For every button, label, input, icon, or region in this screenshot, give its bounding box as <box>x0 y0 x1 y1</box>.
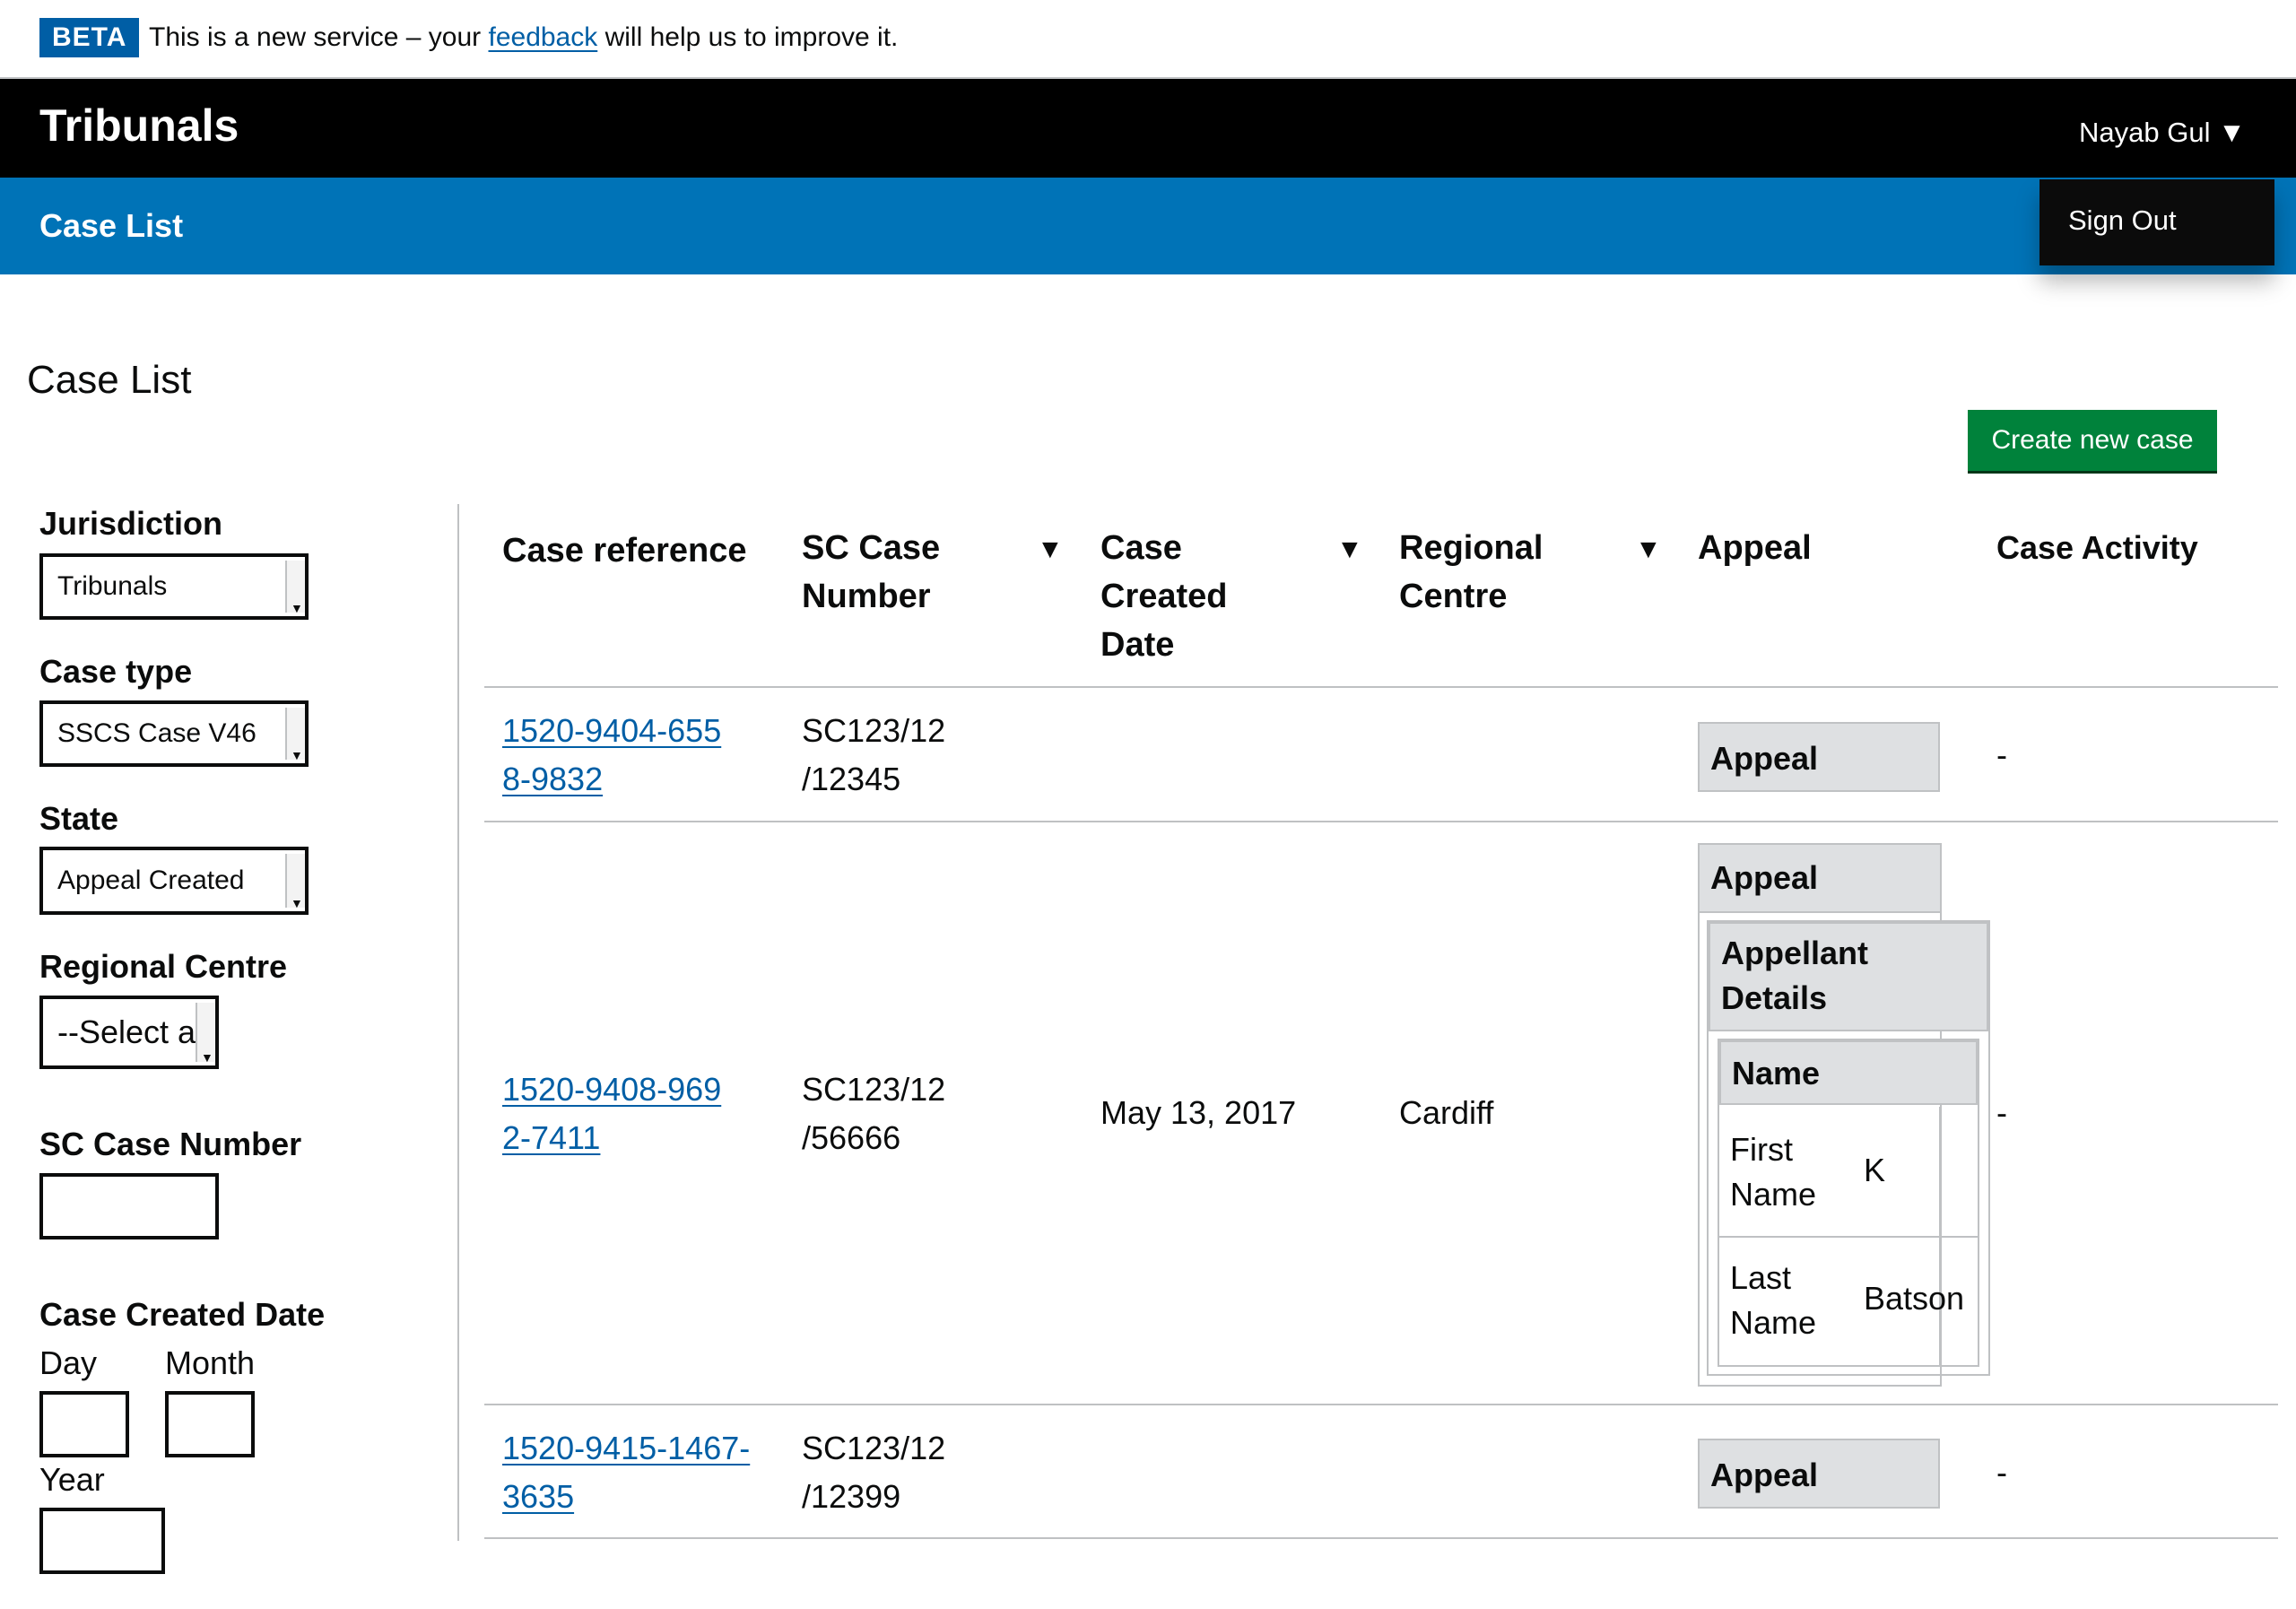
heading-line: Appellant <box>1721 935 1869 971</box>
appeal-heading: Appeal <box>1710 740 1819 777</box>
header-line: Created <box>1100 578 1228 615</box>
cell-line: SC123/12 <box>802 1430 946 1466</box>
year-input[interactable] <box>39 1508 165 1574</box>
column-header-appeal: Appeal <box>1698 529 1812 567</box>
last-name-value: Batson <box>1864 1280 1965 1317</box>
table-row: 1520-9408-969 2-7411 <box>502 1065 721 1162</box>
row-divider <box>484 821 2278 822</box>
state-select[interactable]: Appeal Created ▼ <box>39 847 309 915</box>
jurisdiction-select-value: Tribunals <box>57 571 168 601</box>
jurisdiction-label: Jurisdiction <box>39 505 223 542</box>
create-new-case-button[interactable]: Create new case <box>1968 410 2217 471</box>
case-reference-link[interactable]: 1520-9408-969 2-7411 <box>502 1065 721 1162</box>
appeal-heading: Appeal <box>1710 1457 1819 1493</box>
row-divider <box>484 1537 2278 1539</box>
appeal-box: Appeal <box>1698 722 1940 792</box>
sort-icon[interactable]: ▼ <box>1037 526 1064 574</box>
nav-item-case-list[interactable]: Case List <box>39 204 183 248</box>
user-menu-toggle[interactable]: Nayab Gul ▼ <box>2079 113 2246 152</box>
case-activity-cell: - <box>1996 1454 2007 1491</box>
cell-line: /12399 <box>802 1478 901 1515</box>
column-header-regional-centre[interactable]: Regional Centre <box>1399 524 1543 621</box>
column-header-sc-case-number[interactable]: SC Case Number <box>802 524 940 621</box>
sort-icon[interactable]: ▼ <box>1336 526 1363 574</box>
header-line: SC Case <box>802 529 941 567</box>
cell-line: /56666 <box>802 1119 901 1156</box>
case-created-date-cell: May 13, 2017 <box>1100 1094 1297 1131</box>
state-label: State <box>39 800 119 837</box>
first-name-label: First Name <box>1730 1127 1816 1217</box>
sort-icon[interactable]: ▼ <box>1635 526 1662 574</box>
state-select-value: Appeal Created <box>57 865 245 895</box>
cell-divider <box>1939 1107 1941 1236</box>
chevron-down-icon: ▼ <box>285 854 305 910</box>
month-label: Month <box>165 1344 256 1381</box>
appeal-box-heading: Appeal <box>1698 843 1942 913</box>
case-type-label: Case type <box>39 653 193 690</box>
day-input[interactable] <box>39 1391 129 1457</box>
table-header-divider <box>484 686 2278 688</box>
case-type-select-value: SSCS Case V46 <box>57 718 257 748</box>
beta-text-after: will help us to improve it. <box>597 22 899 52</box>
year-label: Year <box>39 1461 105 1498</box>
beta-banner-text: This is a new service – your feedback wi… <box>149 18 898 57</box>
first-name-value: K <box>1864 1152 1886 1188</box>
appeal-heading: Appeal <box>1710 859 1819 896</box>
name-heading: Name <box>1719 1040 1978 1105</box>
header-line: Case <box>1100 529 1182 567</box>
beta-text-before: This is a new service – your <box>149 22 489 52</box>
case-activity-cell: - <box>1996 736 2007 773</box>
filter-divider <box>457 504 459 1541</box>
sign-out-menu-item[interactable]: Sign Out <box>2068 201 2177 240</box>
label-line: First <box>1730 1131 1793 1168</box>
app-title[interactable]: Tribunals <box>39 97 239 154</box>
table-row: 1520-9404-655 8-9832 <box>502 707 721 804</box>
cell-line: SC123/12 <box>802 712 946 749</box>
label-line: Name <box>1730 1304 1817 1341</box>
chevron-down-icon: ▼ <box>285 708 305 762</box>
sc-case-number-label: SC Case Number <box>39 1126 302 1162</box>
regional-centre-select[interactable]: --Select a value-- ▼ <box>39 996 219 1069</box>
column-header-case-reference[interactable]: Case reference <box>502 526 747 575</box>
month-input[interactable] <box>165 1391 255 1457</box>
label-line: Last <box>1730 1259 1792 1296</box>
feedback-link[interactable]: feedback <box>488 22 597 52</box>
chevron-down-icon: ▼ <box>285 561 305 615</box>
sc-case-number-cell: SC123/12 /12345 <box>802 707 945 804</box>
page-title: Case List <box>27 358 192 402</box>
heading-line: Details <box>1721 979 1828 1016</box>
appellant-details-heading: Appellant Details <box>1709 922 1988 1031</box>
regional-centre-cell: Cardiff <box>1399 1094 1494 1131</box>
column-header-case-activity: Case Activity <box>1996 529 2198 566</box>
appeal-box: Appeal <box>1698 1439 1940 1509</box>
chevron-down-icon: ▼ <box>196 1003 215 1065</box>
jurisdiction-select[interactable]: Tribunals ▼ <box>39 553 309 620</box>
label-line: Name <box>1730 1176 1817 1213</box>
case-reference-link[interactable]: 1520-9415-1467- 3635 <box>502 1424 750 1521</box>
beta-tag: BETA <box>39 18 140 57</box>
case-reference-link[interactable]: 1520-9404-655 8-9832 <box>502 707 721 804</box>
case-created-date-label: Case Created Date <box>39 1296 326 1333</box>
regional-centre-select-value: --Select a value-- <box>57 1013 215 1050</box>
header-line: Regional <box>1399 529 1544 567</box>
header-line: Date <box>1100 626 1175 664</box>
sc-case-number-cell: SC123/12 /56666 <box>802 1065 945 1162</box>
day-label: Day <box>39 1344 98 1381</box>
regional-centre-label: Regional Centre <box>39 948 288 985</box>
primary-nav <box>0 178 2296 274</box>
global-header <box>0 79 2296 178</box>
last-name-label: Last Name <box>1730 1256 1816 1345</box>
sc-case-number-input[interactable] <box>39 1173 219 1239</box>
name-heading-text: Name <box>1732 1055 1821 1092</box>
case-type-select[interactable]: SSCS Case V46 ▼ <box>39 700 309 767</box>
table-row: 1520-9415-1467- 3635 <box>502 1424 750 1521</box>
cell-line: /12345 <box>802 761 901 797</box>
header-line: Number <box>802 578 931 615</box>
row-divider <box>484 1404 2278 1405</box>
cell-line: SC123/12 <box>802 1071 946 1108</box>
sc-case-number-cell: SC123/12 /12399 <box>802 1424 945 1521</box>
case-activity-cell: - <box>1996 1094 2007 1131</box>
header-line: Centre <box>1399 578 1508 615</box>
column-header-case-created-date[interactable]: Case Created Date <box>1100 524 1228 669</box>
